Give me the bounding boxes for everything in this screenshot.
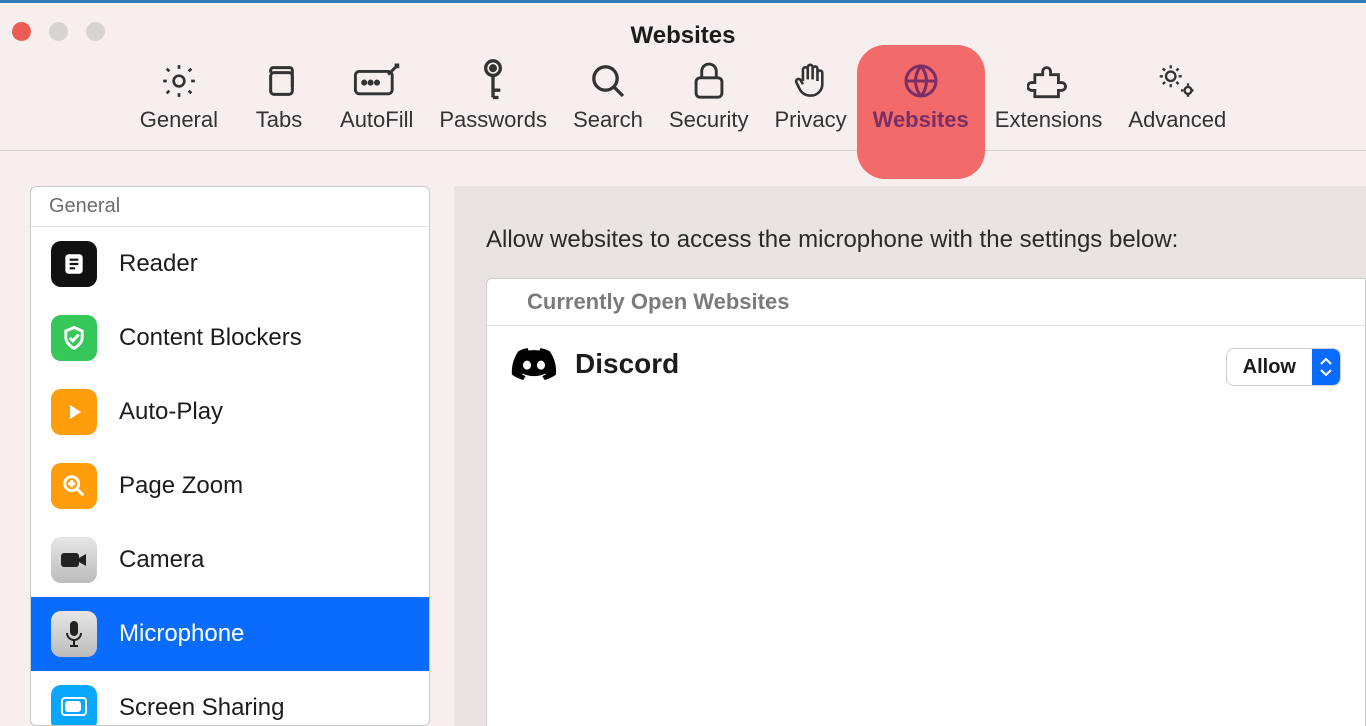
sidebar-item-label: Content Blockers <box>119 324 302 352</box>
tab-label: Websites <box>873 107 969 133</box>
table-row[interactable]: Discord Allow <box>487 326 1365 726</box>
play-icon <box>51 389 97 435</box>
tab-websites[interactable]: Websites <box>873 55 969 133</box>
tab-label: Security <box>669 107 748 133</box>
tab-label: Passwords <box>439 107 547 133</box>
tab-tabs[interactable]: Tabs <box>244 55 314 133</box>
screen-share-icon <box>51 685 97 726</box>
tab-search[interactable]: Search <box>573 55 643 133</box>
website-name: Discord <box>575 348 679 380</box>
sidebar-item-label: Screen Sharing <box>119 694 284 722</box>
sidebar-item-camera[interactable]: Camera <box>31 523 429 597</box>
tab-label: Tabs <box>256 107 302 133</box>
table-section-label: Currently Open Websites <box>487 279 1365 326</box>
tab-label: Search <box>573 107 643 133</box>
sidebar-item-label: Page Zoom <box>119 472 243 500</box>
search-icon <box>579 57 637 105</box>
sidebar-item-microphone[interactable]: Microphone <box>31 597 429 671</box>
panel-heading: Allow websites to access the microphone … <box>486 226 1366 254</box>
tab-security[interactable]: Security <box>669 55 748 133</box>
sidebar-section-header: General <box>31 187 429 227</box>
sidebar-item-label: Auto-Play <box>119 398 223 426</box>
sidebar-item-label: Reader <box>119 250 198 278</box>
sidebar-item-reader[interactable]: Reader <box>31 227 429 301</box>
tab-label: Privacy <box>774 107 846 133</box>
tab-advanced[interactable]: Advanced <box>1128 55 1226 133</box>
key-icon <box>464 57 522 105</box>
tab-autofill[interactable]: AutoFill <box>340 55 413 133</box>
tab-general[interactable]: General <box>140 55 218 133</box>
preferences-toolbar: General Tabs AutoFill Passwords <box>0 55 1366 151</box>
permission-select[interactable]: Allow <box>1226 348 1341 386</box>
tab-label: General <box>140 107 218 133</box>
tab-privacy[interactable]: Privacy <box>774 55 846 133</box>
sidebar-item-label: Microphone <box>119 620 244 648</box>
tab-label: Extensions <box>995 107 1103 133</box>
shield-check-icon <box>51 315 97 361</box>
select-stepper-icon <box>1312 349 1340 385</box>
tab-label: Advanced <box>1128 107 1226 133</box>
window-title: Websites <box>0 22 1366 50</box>
tab-passwords[interactable]: Passwords <box>439 55 547 133</box>
sidebar-item-auto-play[interactable]: Auto-Play <box>31 375 429 449</box>
autofill-icon <box>348 57 406 105</box>
sidebar-item-screen-sharing[interactable]: Screen Sharing <box>31 671 429 726</box>
websites-sidebar: General Reader Content Blockers Auto-Pla… <box>30 186 430 726</box>
websites-permission-table: Currently Open Websites Discord Allow <box>486 278 1366 726</box>
sidebar-item-label: Camera <box>119 546 204 574</box>
tab-label: AutoFill <box>340 107 413 133</box>
lock-icon <box>680 57 738 105</box>
tabs-icon <box>250 57 308 105</box>
permission-value: Allow <box>1227 356 1312 379</box>
permissions-panel: Allow websites to access the microphone … <box>454 186 1366 726</box>
gear-icon <box>150 57 208 105</box>
hand-icon <box>782 57 840 105</box>
puzzle-icon <box>1020 57 1078 105</box>
sidebar-item-page-zoom[interactable]: Page Zoom <box>31 449 429 523</box>
microphone-icon <box>51 611 97 657</box>
camera-icon <box>51 537 97 583</box>
tab-extensions[interactable]: Extensions <box>995 55 1103 133</box>
sidebar-item-content-blockers[interactable]: Content Blockers <box>31 301 429 375</box>
globe-icon <box>892 57 950 105</box>
reader-icon <box>51 241 97 287</box>
discord-icon <box>511 348 557 380</box>
zoom-in-icon <box>51 463 97 509</box>
gears-icon <box>1148 57 1206 105</box>
